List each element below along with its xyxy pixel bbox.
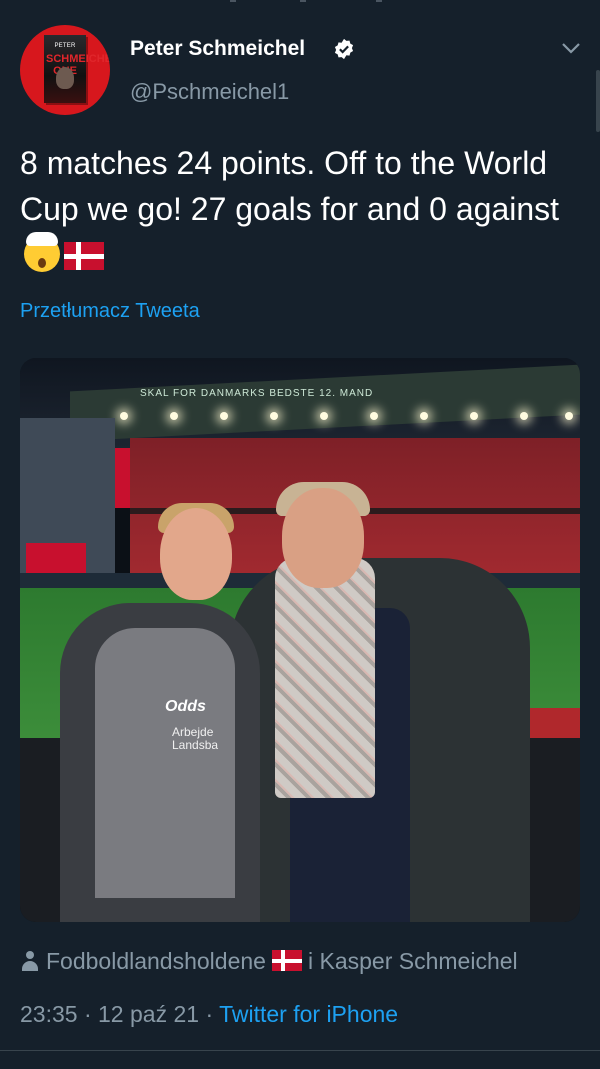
translate-tweet-link[interactable]: Przetłumacz Tweeta <box>20 300 200 323</box>
author-avatar[interactable]: PETER SCHMEICHEL ONE <box>20 25 110 115</box>
stadium-banner: SKAL FOR DANMARKS BEDSTE 12. MAND <box>140 388 374 399</box>
stadium-lights <box>110 408 580 424</box>
shirt-sponsor: Odds <box>165 698 206 715</box>
person-icon <box>22 951 38 971</box>
tweet-time: 23:35 <box>20 1001 78 1027</box>
tweet-photo[interactable]: SKAL FOR DANMARKS BEDSTE 12. MAND Odds A… <box>20 358 580 922</box>
chevron-down-icon[interactable] <box>560 40 582 56</box>
denmark-flag-icon <box>271 950 302 971</box>
source-app-link[interactable]: Twitter for iPhone <box>219 1001 398 1027</box>
tagged-people[interactable]: Fodboldlandsholdene i Kasper Schmeichel <box>22 948 518 975</box>
denmark-flag-icon <box>64 242 104 270</box>
tweet-date: 12 paź 21 <box>98 1001 200 1027</box>
bottom-divider <box>0 1050 600 1051</box>
scroll-indicator[interactable] <box>596 70 600 132</box>
tagged-person[interactable]: Kasper Schmeichel <box>319 948 517 974</box>
tweet-meta: 23:35 · 12 paź 21 · Twitter for iPhone <box>20 1001 399 1027</box>
verified-badge-icon <box>334 38 354 60</box>
exploding-head-icon <box>24 232 60 272</box>
book-cover-image: PETER SCHMEICHEL ONE <box>44 35 110 103</box>
scarf <box>275 558 375 798</box>
shirt-sponsor-secondary: Arbejde Landsba <box>172 725 219 752</box>
author-name[interactable]: Peter Schmeichel <box>130 37 305 61</box>
tagged-account[interactable]: Fodboldlandsholdene <box>46 948 266 974</box>
author-handle[interactable]: @Pschmeichel1 <box>130 79 289 105</box>
top-divider <box>0 0 600 4</box>
tweet-text: 8 matches 24 points. Off to the World Cu… <box>20 140 585 278</box>
